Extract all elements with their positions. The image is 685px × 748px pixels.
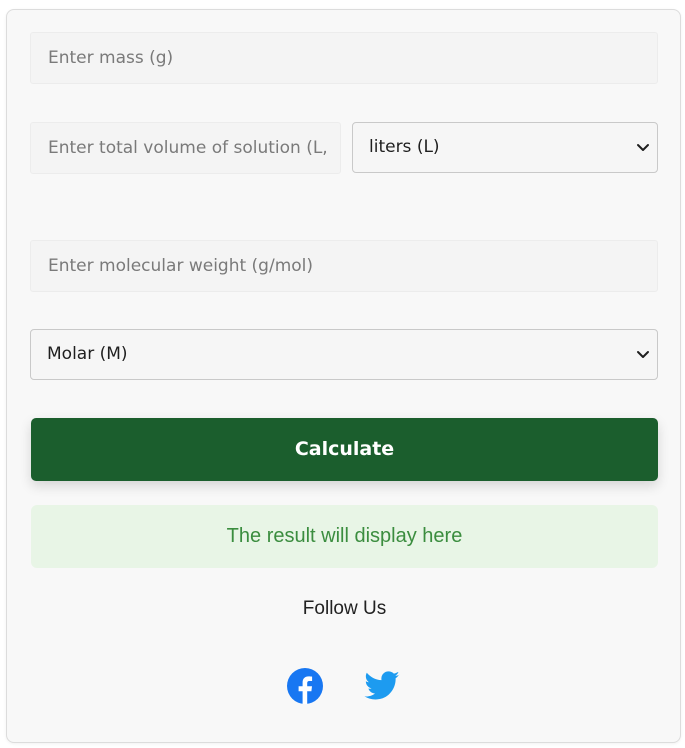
- molecular-weight-placeholder: Enter molecular weight (g/mol): [48, 256, 314, 276]
- mass-input-placeholder: Enter mass (g): [48, 48, 174, 68]
- mass-input[interactable]: Enter mass (g): [30, 32, 658, 84]
- molecular-weight-input[interactable]: Enter molecular weight (g/mol): [30, 240, 658, 292]
- twitter-icon[interactable]: [363, 667, 401, 705]
- volume-input[interactable]: Enter total volume of solution (L,: [30, 122, 341, 174]
- volume-unit-select[interactable]: liters (L): [352, 122, 658, 173]
- result-display: The result will display here: [31, 505, 658, 568]
- volume-input-placeholder: Enter total volume of solution (L,: [48, 138, 328, 158]
- concentration-unit-select[interactable]: Molar (M): [30, 329, 658, 380]
- follow-us-heading: Follow Us: [302, 598, 387, 619]
- concentration-unit-selected: Molar (M): [47, 344, 128, 364]
- chevron-down-icon: [637, 144, 649, 151]
- chevron-down-icon: [637, 351, 649, 358]
- facebook-icon[interactable]: [286, 667, 324, 705]
- calculate-button[interactable]: Calculate: [31, 418, 658, 481]
- calculator-card: Enter mass (g) Enter total volume of sol…: [6, 9, 681, 743]
- volume-unit-selected: liters (L): [369, 137, 440, 157]
